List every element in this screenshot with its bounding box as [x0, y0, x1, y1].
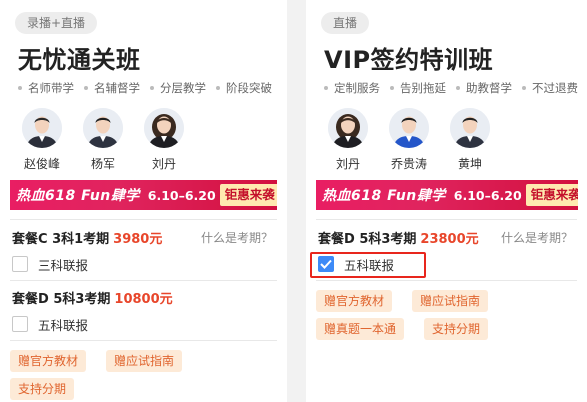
promo-banner-date: 6.10–6.20 — [453, 187, 522, 203]
promo-banner-title: 热血618 Fun肆学 — [322, 188, 446, 204]
package-name: 套餐C 3科1考期 — [12, 231, 110, 247]
checkbox[interactable] — [12, 256, 28, 272]
bullet-dot-icon — [390, 86, 394, 90]
person-portrait-icon — [389, 108, 429, 148]
bullet-dot-icon — [522, 86, 526, 90]
feature-item: 分层教学 — [150, 80, 206, 96]
promo-banner-title: 热血618 Fun肆学 — [16, 188, 140, 204]
feature-item: 名辅督学 — [84, 80, 140, 96]
course-type-tag: 录播+直播 — [15, 12, 98, 34]
package-price: 10800元 — [114, 291, 173, 307]
bullet-dot-icon — [84, 86, 88, 90]
bullet-dot-icon — [150, 86, 154, 90]
teacher-avatar — [450, 108, 490, 148]
teacher-item[interactable]: 刘丹 — [142, 108, 186, 172]
checkbox[interactable] — [12, 316, 28, 332]
teacher-item[interactable]: 杨军 — [81, 108, 125, 172]
package-name: 套餐D 5科3考期 — [318, 231, 417, 247]
package-row: 套餐D 5科3考期 23800元 什么是考期？ — [318, 227, 577, 247]
package-price: 23800元 — [420, 231, 479, 247]
selection-highlight — [310, 252, 426, 278]
feature-label: 名师带学 — [28, 81, 74, 95]
feature-label: 助教督学 — [466, 81, 512, 95]
option-label: 三科联报 — [38, 257, 89, 273]
feature-label: 告别拖延 — [400, 81, 446, 95]
divider — [10, 219, 277, 220]
bullet-dot-icon — [324, 86, 328, 90]
feature-label: 阶段突破 — [226, 81, 272, 95]
package-row: 套餐C 3科1考期 3980元 什么是考期？ — [12, 227, 277, 247]
person-portrait-icon — [144, 108, 184, 148]
feature-label: 不过退费 — [532, 81, 578, 95]
feature-item: 不过退费 — [522, 80, 578, 96]
bullet-dot-icon — [456, 86, 460, 90]
promo-banner-date: 6.10–6.20 — [147, 187, 216, 203]
course-card-wuyou[interactable]: 录播+直播 无忧通关班 名师带学 名辅督学 分层教学 阶段突破 赵俊峰 杨军 刘… — [0, 0, 287, 402]
promo-banner[interactable]: 热血618 Fun肆学 6.10–6.20 钜惠来袭 — [316, 180, 578, 210]
person-portrait-icon — [83, 108, 123, 148]
divider — [10, 340, 277, 341]
divider — [316, 280, 577, 281]
package-option[interactable]: 五科联报 — [12, 313, 88, 335]
teacher-list: 赵俊峰 杨军 刘丹 — [20, 108, 203, 172]
feature-item: 名师带学 — [18, 80, 74, 96]
teacher-name: 乔贵涛 — [390, 157, 427, 171]
divider — [10, 280, 277, 281]
person-portrait-icon — [22, 108, 62, 148]
gift-tag: 支持分期 — [10, 378, 75, 400]
bullet-dot-icon — [18, 86, 22, 90]
package-price: 3980元 — [113, 231, 163, 247]
feature-label: 名辅督学 — [94, 81, 140, 95]
promo-banner-sale: 钜惠来袭 — [525, 184, 578, 206]
teacher-name: 黄坤 — [457, 157, 482, 171]
divider — [316, 219, 577, 220]
course-title[interactable]: VIP签约特训班 — [324, 40, 493, 75]
feature-item: 定制服务 — [324, 80, 380, 96]
package-option[interactable]: 五科联报 — [310, 252, 426, 278]
bullet-dot-icon — [216, 86, 220, 90]
gift-tag: 赠官方教材 — [10, 350, 87, 372]
gift-tag: 赠官方教材 — [316, 290, 393, 312]
gift-tag: 赠应试指南 — [106, 350, 183, 372]
teacher-list: 刘丹 乔贵涛 黄坤 — [326, 108, 509, 172]
feature-label: 分层教学 — [160, 81, 206, 95]
option-label: 五科联报 — [38, 317, 89, 333]
teacher-item[interactable]: 赵俊峰 — [20, 108, 64, 172]
teacher-item[interactable]: 刘丹 — [326, 108, 370, 172]
feature-item: 助教督学 — [456, 80, 512, 96]
teacher-item[interactable]: 黄坤 — [448, 108, 492, 172]
package-row: 套餐D 5科3考期 10800元 — [12, 287, 277, 307]
package-option[interactable]: 三科联报 — [12, 253, 88, 275]
course-card-vip[interactable]: 直播 VIP签约特训班 定制服务 告别拖延 助教督学 不过退费 刘丹 乔贵涛 黄… — [306, 0, 587, 402]
teacher-avatar — [83, 108, 123, 148]
feature-item: 阶段突破 — [216, 80, 272, 96]
teacher-name: 杨军 — [90, 157, 115, 171]
course-type-tag: 直播 — [321, 12, 370, 34]
teacher-name: 刘丹 — [335, 157, 360, 171]
teacher-avatar — [328, 108, 368, 148]
teacher-name: 刘丹 — [151, 157, 176, 171]
teacher-avatar — [144, 108, 184, 148]
gift-tag: 赠真题一本通 — [316, 318, 405, 340]
person-portrait-icon — [450, 108, 490, 148]
exam-period-help-link[interactable]: 什么是考期？ — [501, 229, 573, 246]
teacher-avatar — [389, 108, 429, 148]
promo-banner[interactable]: 热血618 Fun肆学 6.10–6.20 钜惠来袭 — [10, 180, 277, 210]
promo-banner-sale: 钜惠来袭 — [219, 184, 277, 206]
gift-tag: 支持分期 — [424, 318, 489, 340]
feature-item: 告别拖延 — [390, 80, 446, 96]
teacher-avatar — [22, 108, 62, 148]
feature-label: 定制服务 — [334, 81, 380, 95]
feature-list: 名师带学 名辅督学 分层教学 阶段突破 — [18, 80, 282, 96]
feature-list: 定制服务 告别拖延 助教督学 不过退费 — [324, 80, 587, 96]
package-name: 套餐D 5科3考期 — [12, 291, 111, 307]
person-portrait-icon — [328, 108, 368, 148]
teacher-item[interactable]: 乔贵涛 — [387, 108, 431, 172]
gift-tag: 赠应试指南 — [412, 290, 489, 312]
teacher-name: 赵俊峰 — [23, 157, 60, 171]
course-title[interactable]: 无忧通关班 — [18, 40, 141, 75]
exam-period-help-link[interactable]: 什么是考期？ — [201, 229, 273, 246]
